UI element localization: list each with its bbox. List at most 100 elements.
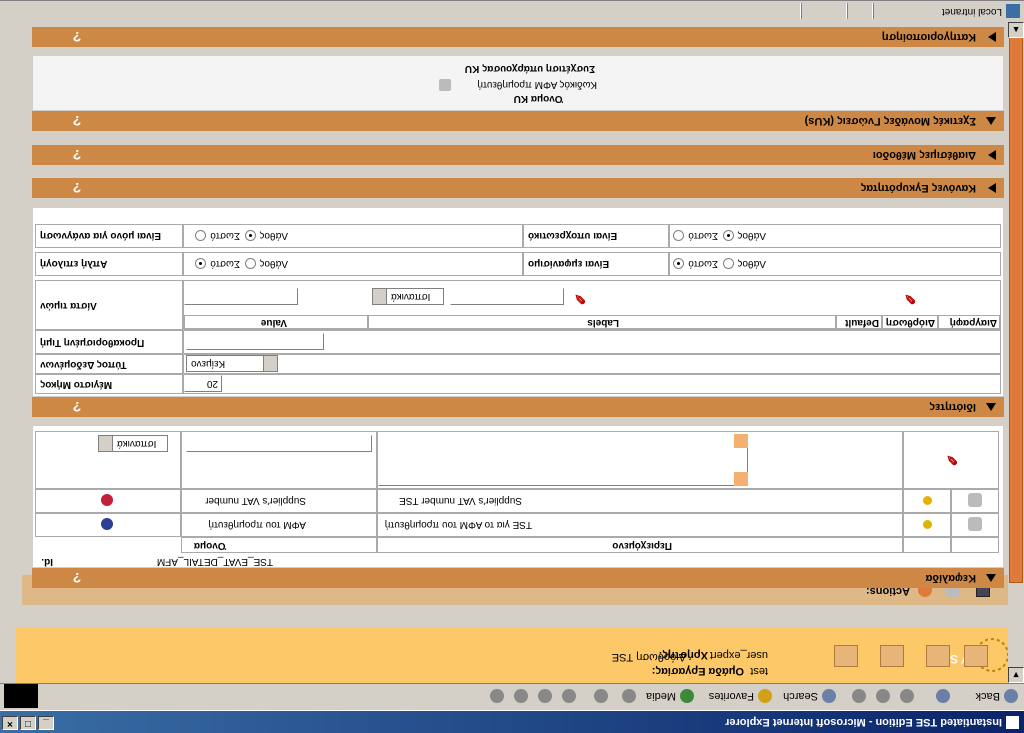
back-footer-button[interactable]	[834, 645, 858, 667]
readonly-false-radio[interactable]	[245, 230, 256, 241]
print-footer-button[interactable]	[926, 645, 950, 667]
readonly-options-cell: Λάθος Σωστό	[183, 224, 523, 248]
logout-footer-button[interactable]	[880, 645, 904, 667]
default-value-cell	[183, 330, 1001, 354]
ie-toolbar: Back Search Favorites Media	[0, 683, 1024, 711]
refresh-button[interactable]	[872, 686, 890, 706]
refresh-icon	[876, 689, 890, 703]
help-icon[interactable]: ?	[70, 570, 84, 586]
mandatory-true-radio[interactable]	[673, 230, 684, 241]
status-separator	[846, 3, 848, 19]
footer-user-label: Χρήστης:	[658, 649, 708, 661]
properties-panel: 20 Μέγιστο Μήκος Κείμενο Τύπος Δεδομένων…	[32, 207, 1004, 397]
add-cell: ✎	[903, 431, 999, 489]
chevron-down-icon	[99, 436, 113, 451]
maximize-button[interactable]: □	[20, 716, 36, 730]
ku-item[interactable]: Κωδικός ΑΦΜ προμηθευτή	[477, 79, 597, 90]
messenger-button[interactable]	[486, 686, 504, 706]
table-row	[903, 489, 951, 513]
section-knowledge-units[interactable]: Σχετικές Μονάδες Γνώσεις (KUs) ?	[32, 111, 1004, 131]
help-icon[interactable]: ?	[70, 399, 84, 415]
status-dot-icon	[923, 520, 932, 529]
chevron-down-icon	[373, 289, 387, 304]
section-headers[interactable]: Κεφαλίδα ?	[32, 568, 1004, 588]
media-button[interactable]: Media	[646, 686, 694, 706]
mail-button[interactable]	[590, 686, 608, 706]
language-select[interactable]: Ισπανικά	[98, 435, 168, 452]
add-icon[interactable]: ✎	[942, 452, 958, 468]
scroll-up-icon[interactable]	[734, 434, 748, 448]
section-categorization[interactable]: Κατηγοριοποίηση ?	[32, 27, 1004, 47]
max-length-input[interactable]: 20	[184, 375, 222, 392]
col-edit-header: Διόρθωση	[882, 315, 938, 329]
single-choice-false-radio[interactable]	[245, 258, 256, 269]
visible-true-radio[interactable]	[673, 258, 684, 269]
home-button[interactable]	[848, 686, 866, 706]
table-row	[951, 513, 999, 537]
browser-window: Instantiated TSE Edition - Microsoft Int…	[0, 0, 1024, 733]
search-icon	[822, 689, 836, 703]
max-length-label-cell: Μέγιστο Μήκος	[35, 374, 183, 394]
vertical-scrollbar[interactable]: ▼ ▲	[1008, 22, 1024, 683]
minimize-button[interactable]: _	[38, 716, 54, 730]
help-icon[interactable]: ?	[70, 29, 84, 45]
status-separator	[872, 3, 874, 19]
help-footer-button[interactable]	[964, 645, 988, 667]
section-properties[interactable]: Ιδιότητες ?	[32, 397, 1004, 417]
list-values-cell: Διαγραφή Διόρθωση Default Labels Value ✎…	[183, 280, 1001, 330]
forward-button[interactable]	[932, 686, 950, 706]
scroll-arrow-icon[interactable]: ▼	[1008, 667, 1024, 683]
print-button[interactable]	[558, 686, 576, 706]
id-label: Id.	[41, 556, 53, 567]
data-type-select[interactable]: Κείμενο	[186, 355, 278, 372]
visible-false-radio[interactable]	[723, 258, 734, 269]
table-row: TSE για το ΑΦΜ του προμηθευτή	[377, 513, 903, 537]
search-button[interactable]: Search	[783, 686, 836, 706]
greek-flag-icon	[100, 517, 114, 531]
add-list-value-icon[interactable]: ✎	[900, 291, 916, 307]
table-row: Supplier's VAT number	[181, 489, 377, 513]
name-input-cell	[181, 431, 377, 489]
col-empty-a	[903, 537, 951, 553]
ku-existing-link[interactable]: Συσχέτιση υπάρχουσας KU	[465, 63, 595, 74]
history-button[interactable]	[618, 686, 636, 706]
readonly-true-radio[interactable]	[195, 230, 206, 241]
scroll-down-icon[interactable]	[734, 472, 748, 486]
back-button[interactable]: Back	[976, 686, 1018, 706]
language-cell: Ισπανικά	[35, 431, 181, 489]
status-bar: Local intranet	[0, 0, 1024, 22]
name-input[interactable]	[186, 435, 372, 452]
label-input[interactable]	[450, 288, 564, 305]
mandatory-false-radio[interactable]	[723, 230, 734, 241]
discuss-button[interactable]	[510, 686, 528, 706]
value-input[interactable]	[184, 288, 298, 305]
help-icon[interactable]: ?	[70, 180, 84, 196]
close-window-button[interactable]: ×	[2, 716, 18, 730]
edit-icon[interactable]	[968, 517, 982, 531]
status-separator	[800, 3, 802, 19]
collapse-triangle-icon	[986, 117, 996, 125]
default-value-input[interactable]	[186, 333, 324, 350]
stop-button[interactable]	[896, 686, 914, 706]
collapse-triangle-icon	[986, 574, 996, 582]
list-language-select[interactable]: Ισπανικά	[372, 288, 444, 305]
single-choice-true-radio[interactable]	[195, 258, 206, 269]
section-methods[interactable]: Διαθέσιμες Μέθοδοι ?	[32, 145, 1004, 165]
favorites-icon	[758, 689, 772, 703]
favorites-button[interactable]: Favorites	[709, 686, 772, 706]
scroll-arrow-icon[interactable]: ▲	[1008, 22, 1024, 38]
scrollbar-thumb[interactable]	[1009, 23, 1023, 583]
table-row	[951, 489, 999, 513]
edit-icon[interactable]	[968, 493, 982, 507]
status-dot-icon	[923, 496, 932, 505]
content-textarea[interactable]	[378, 434, 748, 486]
section-validation-rules[interactable]: Κανόνες Εγκυρότητας ?	[32, 178, 1004, 198]
edit-button[interactable]	[534, 686, 552, 706]
print-icon	[562, 689, 576, 703]
col-name-header: Όνομα	[181, 537, 377, 553]
table-row	[35, 513, 181, 537]
add-label-icon[interactable]: ✎	[570, 291, 586, 307]
help-icon[interactable]: ?	[70, 113, 84, 129]
help-icon[interactable]: ?	[70, 147, 84, 163]
windows-logo-icon	[4, 684, 38, 708]
